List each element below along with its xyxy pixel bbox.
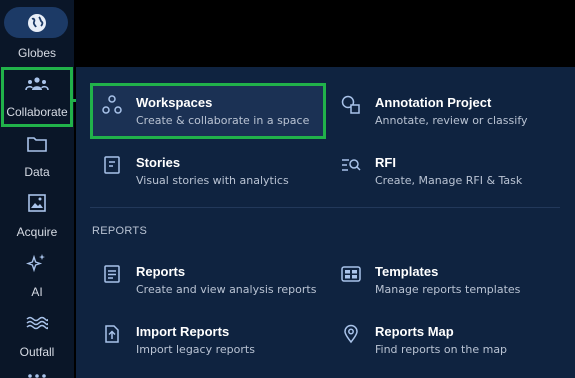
menu-item-title: Templates	[375, 264, 439, 279]
upload-file-icon	[105, 325, 119, 343]
menu-item-title: Import Reports	[136, 324, 230, 339]
sidebar-item-label: AI	[31, 285, 43, 299]
folder-icon	[27, 137, 47, 152]
menu-item-rfi[interactable]: RFI Create, Manage RFI & Task	[341, 155, 561, 195]
globe-icon	[28, 14, 46, 32]
menu-item-stories[interactable]: Stories Visual stories with analytics	[102, 155, 322, 195]
menu-item-title: Reports	[136, 264, 186, 279]
sidebar-item-label: Globes	[17, 46, 57, 60]
nodes-icon	[102, 95, 122, 114]
report-icon	[104, 265, 120, 283]
menu-item-reports-map[interactable]: Reports Map Find reports on the map	[341, 324, 561, 364]
map-pin-icon	[344, 324, 358, 344]
sidebar-item-label: Acquire	[16, 225, 58, 239]
menu-item-title: Stories	[136, 155, 181, 170]
shapes-icon	[341, 95, 360, 114]
menu-item-desc: Create and view analysis reports	[136, 283, 317, 296]
menu-item-reports[interactable]: Reports Create and view analysis reports	[102, 264, 322, 304]
sidebar-item-globes[interactable]: Globes	[0, 12, 74, 60]
menu-item-title: Reports Map	[375, 324, 454, 339]
menu-item-title: Workspaces	[136, 95, 213, 110]
menu-item-desc: Annotate, review or classify	[375, 114, 528, 127]
sparkle-icon	[26, 254, 45, 273]
sidebar-item-acquire[interactable]: Acquire	[0, 193, 74, 239]
image-icon	[28, 194, 46, 212]
sidebar-item-ai[interactable]: AI	[0, 253, 74, 299]
sidebar-item-label: Outfall	[19, 345, 55, 359]
menu-item-desc: Create & collaborate in a space	[136, 114, 310, 127]
template-icon	[341, 266, 361, 282]
sidebar: Globes Collaborate Data Acquire AI Outfa…	[0, 0, 74, 378]
menu-item-desc: Visual stories with analytics	[136, 174, 289, 187]
more-icon[interactable]	[26, 372, 48, 378]
menu-item-templates[interactable]: Templates Manage reports templates	[341, 264, 561, 304]
menu-item-title: RFI	[375, 155, 396, 170]
menu-item-desc: Find reports on the map	[375, 343, 508, 356]
menu-item-annotation-project[interactable]: Annotation Project Annotate, review or c…	[341, 95, 561, 135]
section-divider	[90, 207, 560, 208]
sidebar-item-outfall[interactable]: Outfall	[0, 315, 74, 359]
menu-item-desc: Create, Manage RFI & Task	[375, 174, 523, 187]
menu-item-title: Annotation Project	[375, 95, 492, 110]
sidebar-item-data[interactable]: Data	[0, 135, 74, 179]
reports-section-label: REPORTS	[92, 225, 148, 237]
document-lines-icon	[104, 156, 120, 174]
collaborate-highlight-box	[1, 67, 73, 127]
menu-item-desc: Manage reports templates	[375, 283, 521, 296]
search-list-icon	[342, 159, 361, 171]
waves-icon	[26, 316, 48, 330]
menu-item-import-reports[interactable]: Import Reports Import legacy reports	[102, 324, 322, 364]
menu-item-desc: Import legacy reports	[136, 343, 255, 356]
menu-item-workspaces[interactable]: Workspaces Create & collaborate in a spa…	[102, 95, 322, 135]
sidebar-item-label: Data	[24, 165, 50, 179]
